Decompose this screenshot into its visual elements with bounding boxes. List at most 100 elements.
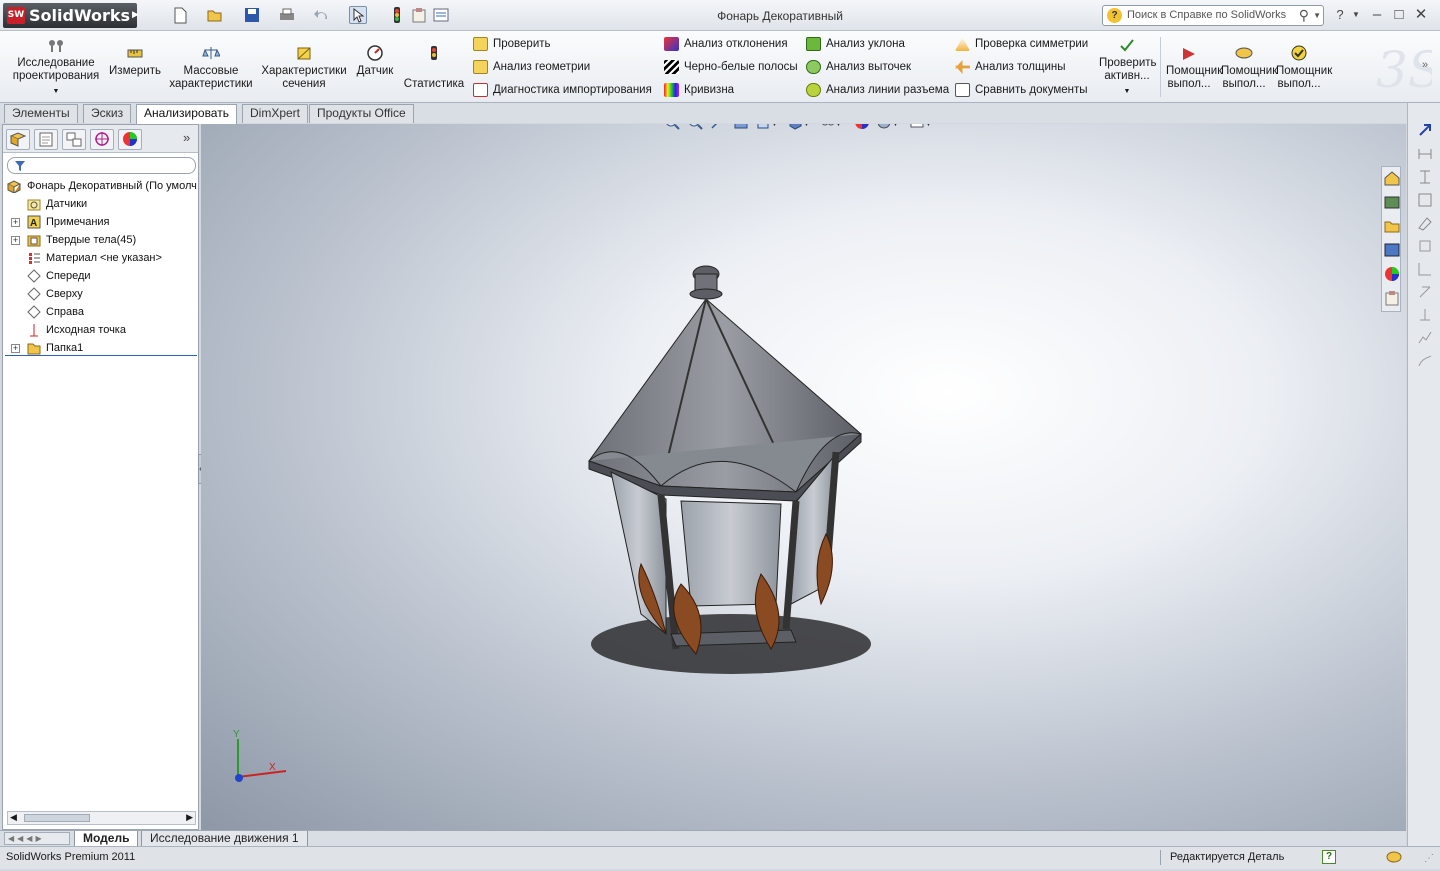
- statistics-button[interactable]: Статистика: [402, 43, 466, 91]
- tree-root-part[interactable]: Фонарь Декоративный (По умолч: [3, 177, 197, 195]
- ordinate-dimension-icon[interactable]: [1416, 214, 1434, 232]
- property-manager-tab-icon[interactable]: [34, 129, 58, 150]
- zebra-stripes-button[interactable]: Черно-белые полосы: [662, 58, 798, 76]
- print-icon[interactable]: [278, 6, 296, 24]
- pin-icon[interactable]: [1416, 121, 1434, 139]
- save-icon[interactable]: [243, 6, 261, 24]
- view-palette-icon[interactable]: [1383, 241, 1401, 259]
- minimize-button[interactable]: –: [1368, 6, 1386, 24]
- horizontal-dimension-icon[interactable]: [1416, 168, 1434, 186]
- hide-show-items-icon[interactable]: ▼: [820, 124, 842, 130]
- help-search-input[interactable]: ? Поиск в Справке по SolidWorks ⚲ ▼: [1102, 5, 1324, 26]
- lantern-3d-model[interactable]: [571, 254, 901, 694]
- design-library-icon[interactable]: [1383, 193, 1401, 211]
- wizard-button-1[interactable]: Помощник выпол...: [1164, 43, 1222, 91]
- tree-item[interactable]: Спереди: [3, 267, 91, 285]
- tree-item[interactable]: Исходная точка: [3, 321, 126, 339]
- zoom-to-fit-icon[interactable]: [664, 124, 680, 130]
- maximize-button[interactable]: □: [1390, 6, 1408, 24]
- geometry-analysis-button[interactable]: Анализ геометрии: [471, 58, 590, 76]
- display-style-icon[interactable]: ▼: [788, 124, 810, 130]
- expand-icon[interactable]: +: [11, 236, 20, 245]
- zoom-area-icon[interactable]: [687, 124, 703, 130]
- solidworks-logo[interactable]: SW SolidWorks: [3, 3, 137, 28]
- configuration-manager-tab-icon[interactable]: [62, 129, 86, 150]
- file-explorer-icon[interactable]: [1383, 217, 1401, 235]
- deviation-analysis-button[interactable]: Анализ отклонения: [662, 35, 788, 53]
- custom-properties-icon[interactable]: [1383, 289, 1401, 307]
- tree-item[interactable]: Материал <не указан>: [3, 249, 162, 267]
- apply-scene-icon[interactable]: ▼: [877, 124, 899, 130]
- select-icon[interactable]: [349, 6, 367, 24]
- quick-tips-icon[interactable]: ?: [1322, 850, 1336, 864]
- sensor-button[interactable]: Датчик: [352, 43, 398, 78]
- smart-dimension-icon[interactable]: [1416, 145, 1434, 163]
- design-study-button[interactable]: Исследование проектирования ▼: [8, 35, 104, 98]
- weld-symbol-icon[interactable]: [1416, 352, 1434, 370]
- search-dropdown-icon[interactable]: ▼: [1313, 6, 1321, 25]
- menu-expand-icon[interactable]: ▶: [132, 9, 139, 20]
- undo-icon[interactable]: [313, 6, 331, 24]
- dimxpert-manager-tab-icon[interactable]: [90, 129, 114, 150]
- geometric-tolerance-icon[interactable]: [1416, 306, 1434, 324]
- home-icon[interactable]: [1383, 169, 1401, 187]
- tree-item[interactable]: + Папка1: [3, 339, 83, 357]
- edit-appearance-icon[interactable]: [854, 124, 870, 130]
- check-active-button[interactable]: Проверить активн... ▼: [1094, 35, 1160, 98]
- section-properties-button[interactable]: Характеристики сечения: [260, 43, 348, 91]
- tab-scroll-buttons[interactable]: ◀◀◀▶: [4, 832, 70, 845]
- tree-item[interactable]: Справа: [3, 303, 84, 321]
- baseline-dimension-icon[interactable]: [1416, 191, 1434, 209]
- panel-horizontal-scrollbar[interactable]: ◀ ▶: [7, 811, 196, 825]
- display-manager-tab-icon[interactable]: [118, 129, 142, 150]
- import-diagnostics-button[interactable]: Диагностика импортирования: [471, 81, 652, 99]
- resize-grip-icon[interactable]: ⋰: [1424, 849, 1434, 869]
- appearances-icon[interactable]: [1383, 265, 1401, 283]
- view-settings-icon[interactable]: ▼: [910, 124, 932, 130]
- thickness-analysis-button[interactable]: Анализ толщины: [953, 58, 1066, 76]
- viewport-close-button[interactable]: ✕: [1382, 124, 1393, 128]
- open-icon[interactable]: [206, 6, 224, 24]
- chamfer-dimension-icon[interactable]: [1416, 237, 1434, 255]
- section-view-icon[interactable]: [733, 124, 749, 130]
- rebuild-icon[interactable]: [388, 6, 406, 24]
- tree-item[interactable]: + Твердые тела(45): [3, 231, 136, 249]
- tree-item[interactable]: Датчики: [3, 195, 87, 213]
- measure-button[interactable]: Измерить: [108, 43, 162, 78]
- tab-office-products[interactable]: Продукты Office: [309, 104, 414, 123]
- feature-tree-tab-icon[interactable]: [6, 129, 30, 150]
- tab-sketch[interactable]: Эскиз: [83, 104, 132, 123]
- tab-evaluate[interactable]: Анализировать: [136, 104, 237, 124]
- tree-filter-input[interactable]: [7, 157, 196, 174]
- tree-item[interactable]: Сверху: [3, 285, 83, 303]
- close-button[interactable]: ✕: [1412, 6, 1430, 24]
- tree-item[interactable]: + A Примечания: [3, 213, 110, 231]
- wizard-button-2[interactable]: Помощник выпол...: [1219, 43, 1277, 91]
- compare-documents-button[interactable]: Сравнить документы: [953, 81, 1088, 99]
- previous-view-icon[interactable]: [710, 124, 726, 130]
- curvature-button[interactable]: Кривизна: [662, 81, 734, 99]
- angle-dimension-icon[interactable]: [1416, 260, 1434, 278]
- tab-features[interactable]: Элементы: [4, 104, 78, 123]
- tab-dimxpert[interactable]: DimXpert: [242, 104, 309, 123]
- scroll-right-icon[interactable]: ▶: [186, 812, 193, 823]
- ribbon-more-icon[interactable]: »: [1422, 59, 1428, 71]
- new-document-icon[interactable]: [171, 6, 189, 24]
- datum-icon[interactable]: [1416, 283, 1434, 301]
- check-button[interactable]: Проверить: [471, 35, 551, 53]
- expand-icon[interactable]: +: [11, 218, 20, 227]
- parting-line-analysis-button[interactable]: Анализ линии разъема: [804, 81, 949, 99]
- viewport-restore-button[interactable]: ⧉: [1359, 124, 1368, 127]
- tab-model[interactable]: Модель: [74, 831, 139, 847]
- surface-finish-icon[interactable]: [1416, 329, 1434, 347]
- file-properties-icon[interactable]: [410, 6, 428, 24]
- scroll-left-icon[interactable]: ◀: [10, 812, 17, 823]
- options-icon[interactable]: [432, 6, 450, 24]
- graphics-area[interactable]: ▼ ▼ ▼ ▼ ▼ – ⧉ ✕: [201, 124, 1406, 830]
- search-icon[interactable]: ⚲: [1299, 6, 1309, 25]
- expand-icon[interactable]: +: [11, 344, 20, 353]
- undercut-analysis-button[interactable]: Анализ выточек: [804, 58, 911, 76]
- viewport-minimize-button[interactable]: –: [1336, 124, 1343, 126]
- panel-expand-icon[interactable]: »: [183, 130, 190, 145]
- rebuild-status-icon[interactable]: [1386, 850, 1402, 864]
